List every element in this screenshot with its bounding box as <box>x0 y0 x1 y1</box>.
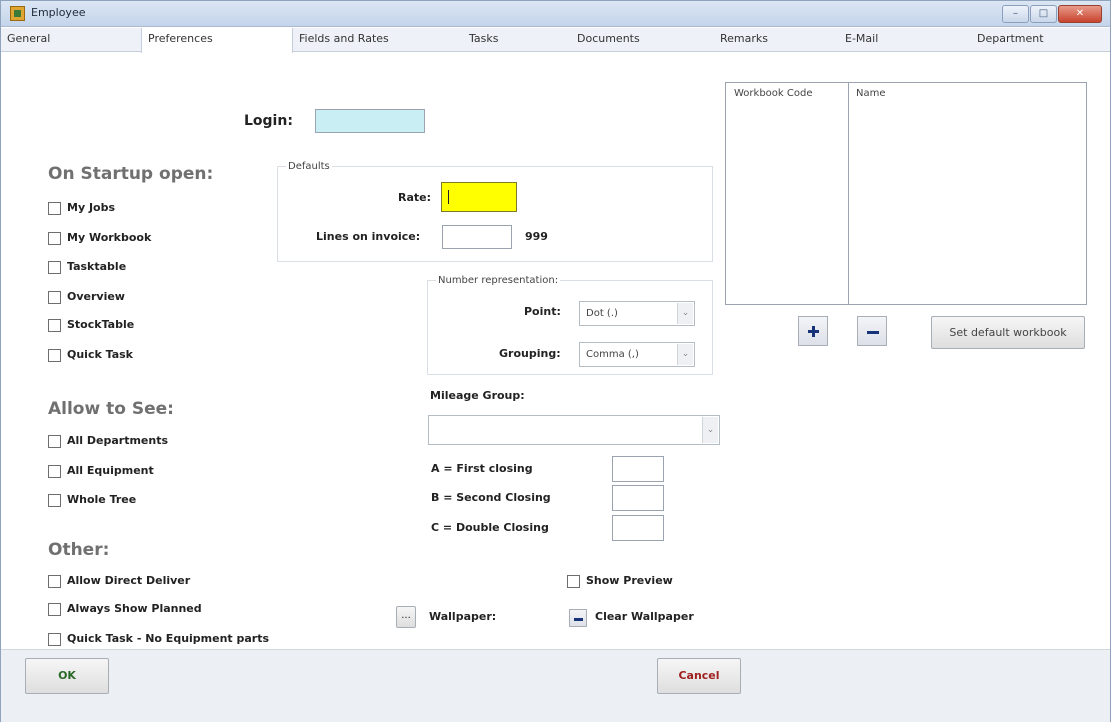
minus-icon <box>574 618 583 621</box>
checkbox-label: Whole Tree <box>67 493 137 506</box>
column-header-name[interactable]: Name <box>856 88 886 99</box>
grouping-label: Grouping: <box>499 347 561 360</box>
tab-remarks[interactable]: Remarks <box>714 28 839 52</box>
tab-email[interactable]: E-Mail <box>839 28 951 52</box>
lines-on-invoice-max: 999 <box>525 230 548 243</box>
checkbox-label: Quick Task - No Equipment parts <box>67 632 270 645</box>
rate-input[interactable] <box>441 182 517 212</box>
checkbox[interactable] <box>48 575 61 588</box>
checkbox[interactable] <box>48 603 61 616</box>
double-closing-input[interactable] <box>612 515 664 541</box>
defaults-legend: Defaults <box>286 161 332 172</box>
add-workbook-button[interactable] <box>798 316 828 346</box>
second-closing-label: B = Second Closing <box>431 491 551 504</box>
checkbox[interactable] <box>48 232 61 245</box>
checkbox-label: Tasktable <box>67 260 127 273</box>
grouping-select[interactable]: Comma (,) ⌄ <box>579 342 695 367</box>
login-input[interactable] <box>315 109 425 133</box>
wallpaper-label: Wallpaper: <box>429 610 497 623</box>
mileage-group-select[interactable]: ⌄ <box>428 415 720 445</box>
checkbox-label: Allow Direct Deliver <box>67 574 191 587</box>
app-icon <box>10 6 25 21</box>
maximize-button[interactable]: □ <box>1030 5 1057 23</box>
checkbox-label: All Equipment <box>67 464 154 477</box>
clear-wallpaper-label: Clear Wallpaper <box>595 610 694 623</box>
allow-section-title: Allow to See: <box>48 399 174 419</box>
checkbox-label: StockTable <box>67 318 135 331</box>
column-divider[interactable] <box>848 83 849 304</box>
first-closing-label: A = First closing <box>431 462 533 475</box>
remove-workbook-button[interactable] <box>857 316 887 346</box>
dialog-footer: OK Cancel <box>1 649 1110 722</box>
checkbox-label: My Workbook <box>67 231 152 244</box>
checkbox[interactable] <box>48 465 61 478</box>
rate-label: Rate: <box>398 191 432 204</box>
set-default-workbook-button[interactable]: Set default workbook <box>931 316 1085 349</box>
ok-button[interactable]: OK <box>25 658 109 694</box>
tab-preferences[interactable]: Preferences <box>141 28 293 53</box>
checkbox-label: My Jobs <box>67 201 116 214</box>
chevron-down-icon: ⌄ <box>677 303 693 324</box>
tab-department[interactable]: Department <box>951 28 1110 52</box>
plus-icon <box>808 326 819 337</box>
point-select-value: Dot (.) <box>586 308 618 319</box>
checkbox[interactable] <box>48 349 61 362</box>
mileage-group-label: Mileage Group: <box>430 389 525 402</box>
tab-documents[interactable]: Documents <box>571 28 714 52</box>
login-label: Login: <box>244 113 293 129</box>
cancel-button[interactable]: Cancel <box>657 658 741 694</box>
chevron-down-icon: ⌄ <box>702 417 718 443</box>
checkbox[interactable] <box>48 494 61 507</box>
tab-fields-and-rates[interactable]: Fields and Rates <box>293 28 463 52</box>
point-select[interactable]: Dot (.) ⌄ <box>579 301 695 326</box>
tab-tasks[interactable]: Tasks <box>463 28 571 52</box>
checkbox[interactable] <box>48 202 61 215</box>
workbook-table[interactable]: Workbook Code Name <box>725 82 1087 305</box>
browse-wallpaper-button[interactable]: ... <box>396 606 416 628</box>
checkbox[interactable] <box>48 633 61 646</box>
title-bar: Employee – □ ✕ <box>1 1 1110 27</box>
other-section-title: Other: <box>48 540 110 560</box>
clear-wallpaper-button[interactable] <box>569 609 587 627</box>
tab-bar: General Preferences Fields and Rates Tas… <box>1 28 1110 53</box>
checkbox-label: Overview <box>67 290 125 303</box>
text-cursor <box>448 190 449 204</box>
minimize-button[interactable]: – <box>1002 5 1029 23</box>
checkbox[interactable] <box>48 319 61 332</box>
startup-section-title: On Startup open: <box>48 164 214 184</box>
column-header-workbook-code[interactable]: Workbook Code <box>734 88 812 99</box>
chevron-down-icon: ⌄ <box>677 344 693 365</box>
window-title: Employee <box>31 6 86 19</box>
lines-on-invoice-label: Lines on invoice: <box>316 230 421 243</box>
second-closing-input[interactable] <box>612 485 664 511</box>
checkbox-label: All Departments <box>67 434 169 447</box>
checkbox-label: Quick Task <box>67 348 133 361</box>
minus-icon <box>867 331 879 334</box>
tab-general[interactable]: General <box>1 28 141 52</box>
checkbox[interactable] <box>567 575 580 588</box>
number-representation-legend: Number representation: <box>436 275 561 286</box>
checkbox[interactable] <box>48 291 61 304</box>
checkbox-label: Always Show Planned <box>67 602 202 615</box>
grouping-select-value: Comma (,) <box>586 349 639 360</box>
first-closing-input[interactable] <box>612 456 664 482</box>
checkbox[interactable] <box>48 435 61 448</box>
close-button[interactable]: ✕ <box>1058 5 1102 23</box>
checkbox[interactable] <box>48 261 61 274</box>
double-closing-label: C = Double Closing <box>431 521 549 534</box>
lines-on-invoice-input[interactable] <box>442 225 512 249</box>
employee-window: Employee – □ ✕ General Preferences Field… <box>0 0 1111 722</box>
point-label: Point: <box>524 305 561 318</box>
checkbox-label: Show Preview <box>586 574 673 587</box>
